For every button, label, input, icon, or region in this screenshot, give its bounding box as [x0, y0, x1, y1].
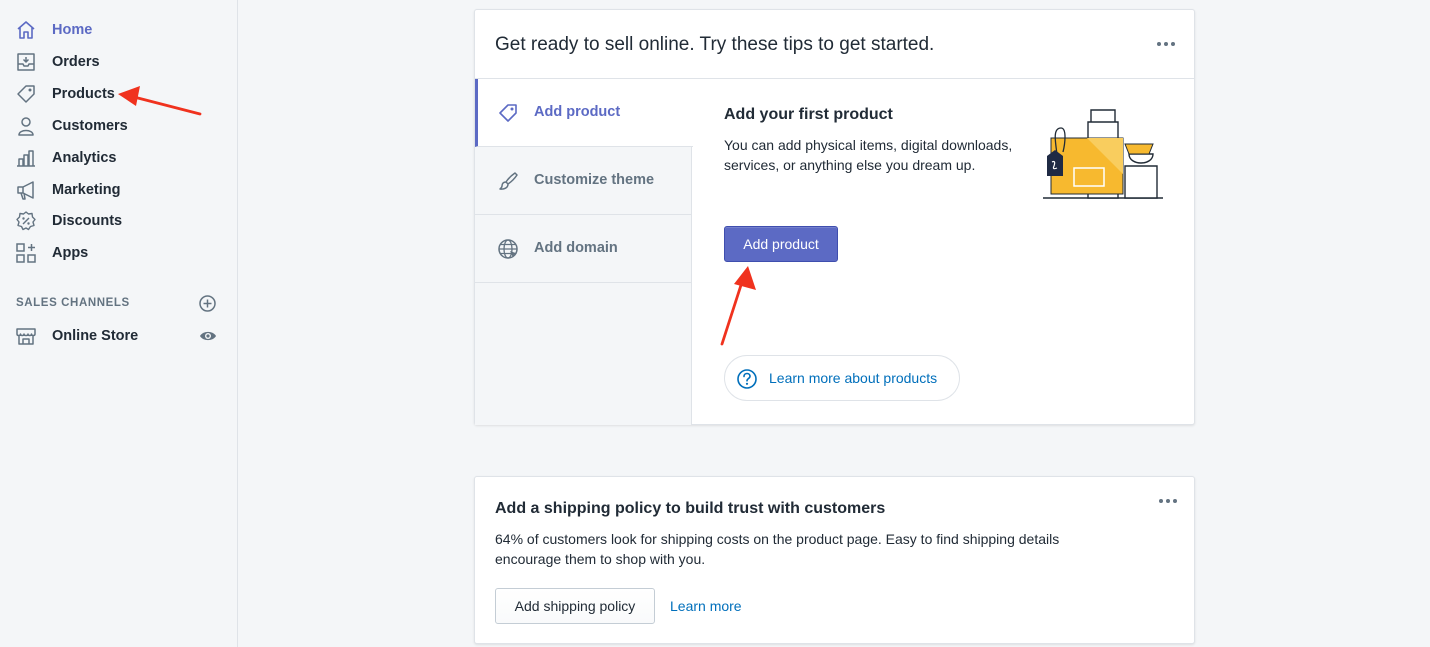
person-icon: [18, 117, 34, 136]
shipping-card-description: 64% of customers look for shipping costs…: [495, 531, 1060, 567]
setup-guide-header: Get ready to sell online. Try these tips…: [475, 10, 1194, 79]
sidebar-item-customers[interactable]: Customers: [0, 111, 237, 141]
tag-icon: [499, 104, 517, 122]
question-circle-icon: [737, 369, 757, 389]
sidebar-item-discounts[interactable]: Discounts: [0, 206, 237, 236]
learn-more-link[interactable]: Learn more: [670, 598, 742, 614]
tab-customize-theme[interactable]: Customize theme: [475, 147, 692, 215]
panel-title: Add your first product: [724, 106, 893, 123]
setup-guide-card: Get ready to sell online. Try these tips…: [474, 9, 1195, 425]
more-actions-icon[interactable]: [1157, 496, 1179, 506]
sidebar-item-label: Apps: [52, 245, 89, 261]
apps-icon: [16, 243, 36, 263]
sidebar-item-home[interactable]: Home: [0, 15, 237, 45]
sidebar: Home Orders Products Customers Analytics…: [0, 0, 238, 647]
tab-label: Add product: [534, 104, 621, 120]
discount-icon: [16, 211, 36, 231]
sidebar-item-label: Marketing: [52, 182, 121, 198]
sidebar-item-label: Products: [52, 86, 115, 102]
sidebar-item-label: Online Store: [52, 328, 139, 344]
learn-more-label: Learn more about products: [769, 370, 938, 386]
product-boxes-illustration: [1043, 109, 1163, 199]
sidebar-item-apps[interactable]: Apps: [0, 238, 237, 268]
tag-icon: [17, 85, 35, 103]
home-icon: [17, 21, 35, 39]
sidebar-item-label: Analytics: [52, 150, 117, 166]
add-circle-icon[interactable]: [198, 294, 217, 313]
setup-tabs: Add product Customize theme Add domain: [475, 79, 693, 425]
megaphone-icon: [17, 181, 34, 200]
add-product-button[interactable]: Add product: [724, 226, 838, 262]
sales-channels-heading: SALES CHANNELS: [16, 297, 130, 309]
setup-guide-title: Get ready to sell online. Try these tips…: [495, 34, 935, 55]
shipping-policy-card: Add a shipping policy to build trust wit…: [474, 476, 1195, 644]
eye-icon[interactable]: [199, 327, 217, 345]
globe-icon: [498, 239, 518, 259]
sidebar-item-online-store[interactable]: Online Store: [0, 321, 237, 351]
tab-label: Add domain: [534, 240, 618, 256]
sidebar-item-products[interactable]: Products: [0, 79, 237, 109]
sidebar-item-marketing[interactable]: Marketing: [0, 175, 237, 205]
learn-more-products-link[interactable]: Learn more about products: [724, 355, 960, 401]
paintbrush-icon: [499, 172, 518, 190]
bar-chart-icon: [17, 150, 35, 167]
sidebar-item-orders[interactable]: Orders: [0, 47, 237, 77]
sidebar-item-label: Home: [52, 22, 93, 38]
tab-add-domain[interactable]: Add domain: [475, 215, 692, 283]
tab-add-product[interactable]: Add product: [475, 79, 693, 147]
shipping-card-title: Add a shipping policy to build trust wit…: [495, 500, 886, 517]
orders-icon: [17, 53, 35, 71]
sidebar-item-label: Discounts: [52, 213, 123, 229]
sidebar-item-analytics[interactable]: Analytics: [0, 143, 237, 173]
sidebar-item-label: Orders: [52, 54, 100, 70]
more-actions-icon[interactable]: [1155, 39, 1177, 49]
sidebar-item-label: Customers: [52, 118, 128, 134]
store-icon: [16, 328, 36, 345]
tab-label: Customize theme: [534, 172, 655, 188]
panel-description: You can add physical items, digital down…: [724, 137, 1013, 173]
add-shipping-policy-button[interactable]: Add shipping policy: [495, 588, 655, 624]
